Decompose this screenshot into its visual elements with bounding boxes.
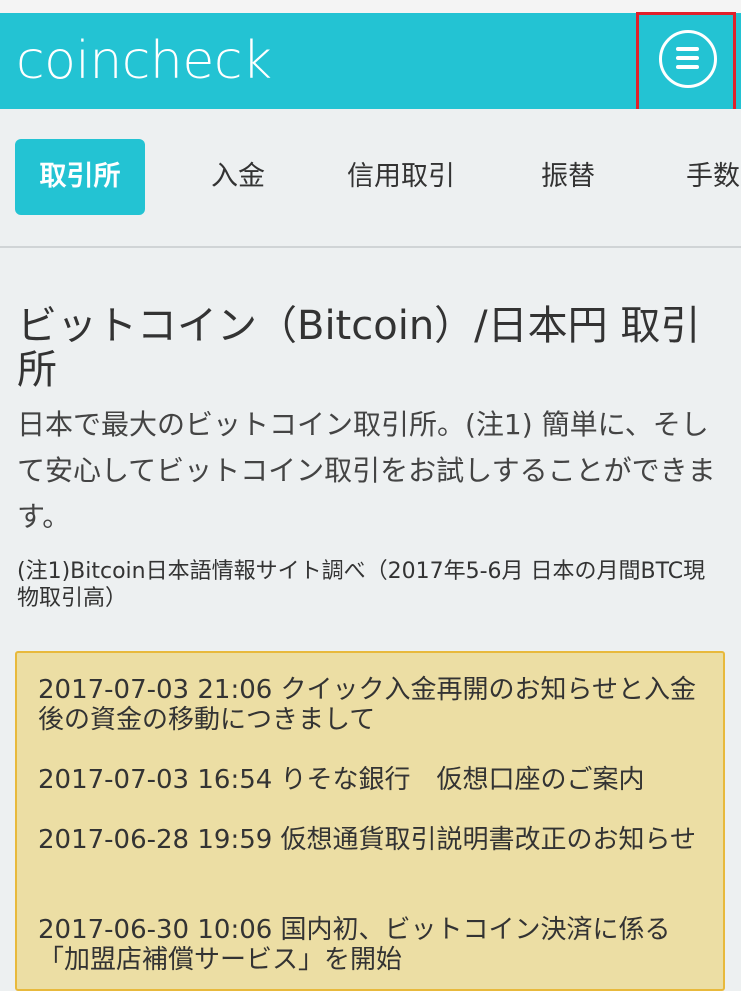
tab-transfer[interactable]: 振替 [541, 139, 595, 215]
browser-top-strip [0, 0, 741, 13]
page-footnote: (注1)Bitcoin日本語情報サイト調べ（2017年5-6月 日本の月間BTC… [17, 559, 706, 611]
tab-exchange[interactable]: 取引所 [15, 139, 145, 215]
menu-highlight-box [636, 12, 736, 116]
news-item[interactable]: 2017-07-03 16:54 りそな銀行 仮想口座のご案内 [38, 765, 708, 795]
news-item[interactable]: 2017-06-28 19:59 仮想通貨取引説明書改正のお知らせ [38, 825, 708, 855]
section-tabs: 取引所 入金 信用取引 振替 手数 [0, 109, 741, 248]
tab-fees[interactable]: 手数 [686, 139, 740, 215]
news-box: 2017-07-03 21:06 クイック入金再開のお知らせと入金後の資金の移動… [15, 651, 725, 991]
tab-deposit[interactable]: 入金 [211, 139, 265, 215]
coincheck-logo[interactable]: coincheck [16, 33, 272, 89]
news-item[interactable]: 2017-06-30 10:06 国内初、ビットコイン決済に係る「加盟店補償サー… [38, 915, 708, 975]
page-title: ビットコイン（Bitcoin）/日本円 取引所 [17, 303, 701, 393]
news-item[interactable]: 2017-07-03 21:06 クイック入金再開のお知らせと入金後の資金の移動… [38, 675, 708, 735]
site-header: coincheck [0, 13, 741, 109]
page-description: 日本で最大のビットコイン取引所。(注1) 簡単に、そして安心してビットコイン取引… [17, 408, 716, 533]
tab-margin-trading[interactable]: 信用取引 [347, 139, 455, 215]
